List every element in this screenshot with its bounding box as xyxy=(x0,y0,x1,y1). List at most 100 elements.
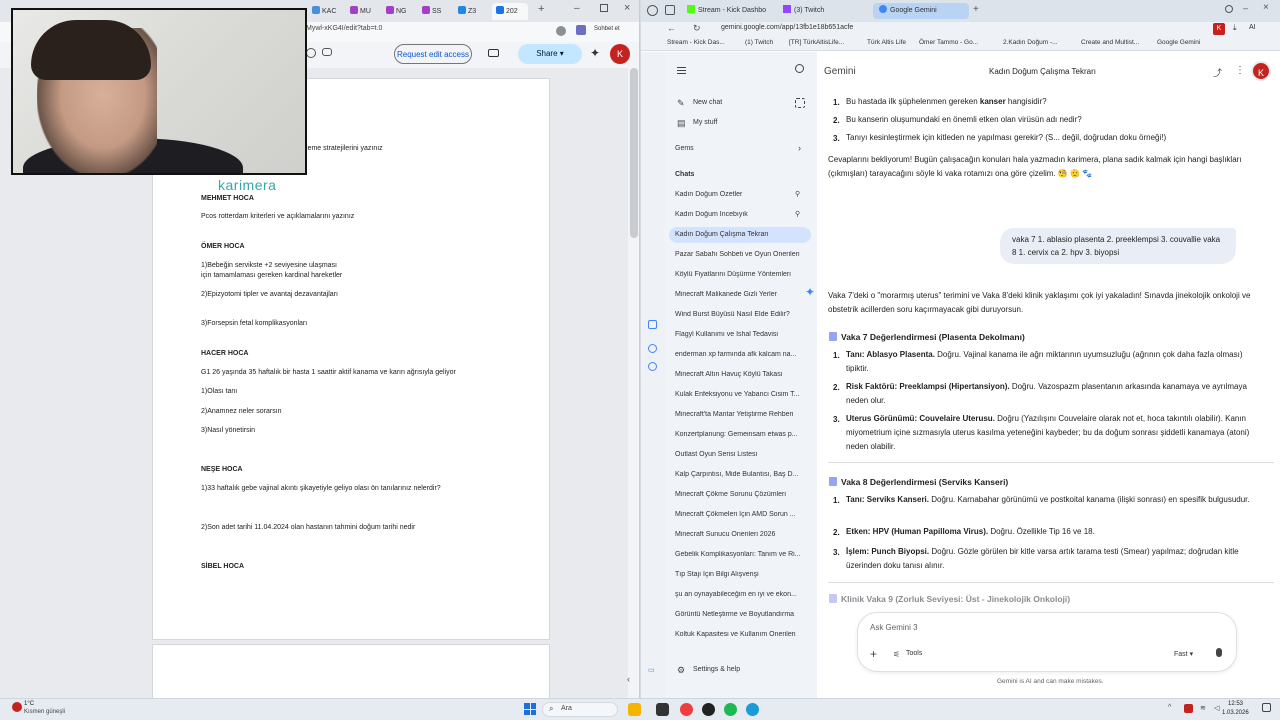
profile-icon[interactable] xyxy=(556,26,566,36)
profile-badge[interactable]: K xyxy=(1213,23,1225,35)
chat-item[interactable]: Kalp Çarpıntısı, Mide Bulantısı, Baş D..… xyxy=(675,471,810,478)
tools-button[interactable]: Tools xyxy=(906,650,922,657)
chat-item[interactable]: Pazar Sabahı Sohbeti ve Oyun Önerileri xyxy=(675,251,810,258)
chevron-left-icon[interactable]: ‹ xyxy=(627,674,630,684)
file-explorer-icon[interactable] xyxy=(628,703,641,716)
tray-chevron-icon[interactable]: ^ xyxy=(1168,704,1171,711)
minimize-icon[interactable]: – xyxy=(1243,3,1248,13)
chat-item[interactable]: Wind Burst Büyüsü Nasıl Elde Edilir? xyxy=(675,311,810,318)
opera-icon[interactable] xyxy=(680,703,693,716)
bookmark-item[interactable]: Türk Altis Life xyxy=(867,39,906,46)
edge-icon[interactable] xyxy=(746,703,759,716)
reload-icon[interactable]: ↻ xyxy=(693,23,701,34)
spotify-icon[interactable] xyxy=(724,703,737,716)
share-icon[interactable]: ⤴ xyxy=(1213,66,1222,79)
bookmark-item[interactable]: 2.Kadın Doğum -... xyxy=(1003,39,1058,46)
search-icon[interactable] xyxy=(795,64,804,73)
wifi-icon[interactable]: ≋ xyxy=(1200,704,1206,712)
microphone-icon[interactable] xyxy=(1216,648,1222,657)
new-tab-icon[interactable]: + xyxy=(538,3,544,15)
menu-icon[interactable] xyxy=(677,67,686,74)
weather-icon[interactable] xyxy=(12,702,22,712)
close-icon[interactable]: × xyxy=(1263,2,1269,13)
notifications-icon[interactable] xyxy=(1262,703,1271,712)
meet-icon[interactable] xyxy=(488,49,499,57)
minimize-icon[interactable]: – xyxy=(574,3,580,14)
tab-2[interactable]: NG xyxy=(382,3,418,20)
chat-item[interactable]: Tıp Stajı İçin Bilgi Alışverişi xyxy=(675,571,810,578)
tab-twitch[interactable]: (3) Twitch xyxy=(777,3,869,19)
request-edit-access-button[interactable]: Request edit access xyxy=(394,44,472,64)
search-icon[interactable] xyxy=(1225,5,1233,13)
bookmark-item[interactable]: Google Gemini xyxy=(1157,39,1200,46)
taskbar-search[interactable]: ⌕ Ara xyxy=(542,702,618,717)
rail-icon[interactable] xyxy=(648,320,657,329)
tab-actions-icon[interactable] xyxy=(665,5,675,15)
app-icon[interactable] xyxy=(702,703,715,716)
bookmark-item[interactable]: Ömer Tammo - Go... xyxy=(919,39,978,46)
avatar[interactable]: K xyxy=(1251,61,1271,81)
chevron-right-icon[interactable]: › xyxy=(798,143,801,153)
bookmark-item[interactable]: [TR] TürkAltisLife... xyxy=(789,39,844,46)
maximize-icon[interactable] xyxy=(600,4,608,12)
tab-kick[interactable]: Stream - Kick Dashbo xyxy=(681,3,773,19)
avatar[interactable]: K xyxy=(610,44,630,64)
gems-button[interactable]: Gems xyxy=(675,145,694,152)
share-button[interactable]: Share ▾ xyxy=(518,44,582,64)
close-icon[interactable]: × xyxy=(624,2,630,14)
windows-start-icon[interactable] xyxy=(524,703,536,715)
bookmark-item[interactable]: Stream - Kick Das... xyxy=(667,39,725,46)
chat-item[interactable]: Köylü Fiyatlarını Düşürme Yöntemleri xyxy=(675,271,810,278)
tab-3[interactable]: SS xyxy=(418,3,454,20)
chat-item[interactable]: enderman xp farmında afk kalcam na... xyxy=(675,351,810,358)
gemini-title[interactable]: Gemini xyxy=(824,66,856,77)
chat-item[interactable]: Konzertplanung: Gemeinsam etwas p... xyxy=(675,431,810,438)
gemini-spark-icon[interactable]: ✦ xyxy=(590,46,600,60)
prompt-box[interactable]: Ask Gemini 3 + ⚟ Tools Fast ▾ xyxy=(857,612,1237,672)
chat-item[interactable]: Kadın Doğum İncebıyık xyxy=(675,211,810,218)
chat-item[interactable]: Outlast Oyun Serisi Listesi xyxy=(675,451,810,458)
chat-item[interactable]: Gebelik Komplikasyonları: Tanım ve Ri... xyxy=(675,551,810,558)
clock-time[interactable]: 12:53 xyxy=(1228,701,1243,707)
my-stuff-button[interactable]: My stuff xyxy=(693,119,717,126)
ai-label[interactable]: AI xyxy=(1249,24,1256,31)
downloads-icon[interactable]: ⤓ xyxy=(1233,23,1237,33)
chat-item[interactable]: Minecraft Malikanede Gizli Yerler xyxy=(675,291,810,298)
chat-item[interactable]: Görüntü Netleştirme ve Boyutlandırma xyxy=(675,611,810,618)
history-icon[interactable] xyxy=(306,48,316,58)
new-chat-button[interactable]: New chat xyxy=(693,99,722,106)
chat-item[interactable]: Kadın Doğum Özetler xyxy=(675,191,810,198)
chat-item[interactable]: Minecraft Çökme Sorunu Çözümleri xyxy=(675,491,810,498)
chat-item[interactable]: Koltuk Kapasitesi ve Kullanım Önerileri xyxy=(675,631,810,638)
more-options-icon[interactable]: ⋮ xyxy=(1235,65,1245,76)
chat-item[interactable]: Minecraft Altın Havuç Köylü Takası xyxy=(675,371,810,378)
rail-icon[interactable]: ▭ xyxy=(648,666,655,674)
url-field[interactable]: Mywl-xKG4I/edit?tab=t.0 xyxy=(306,25,382,32)
add-icon[interactable]: + xyxy=(870,647,877,661)
chat-label[interactable]: Sohbet et xyxy=(594,26,620,32)
tab-gemini-active[interactable]: Google Gemini xyxy=(873,3,969,19)
tab-0[interactable]: KAC xyxy=(308,3,346,20)
prompt-input[interactable]: Ask Gemini 3 xyxy=(870,623,918,632)
taskview-icon[interactable] xyxy=(656,703,669,716)
document-scrollbar[interactable] xyxy=(630,68,638,238)
chat-item[interactable]: Kulak Enfeksiyonu ve Yabancı Cisim T... xyxy=(675,391,810,398)
tab-1[interactable]: MU xyxy=(346,3,382,20)
extension-icon[interactable] xyxy=(576,25,586,35)
bookmark-item[interactable]: (1) Twitch xyxy=(745,39,773,46)
chat-item[interactable]: Minecraft'ta Mantar Yetiştirme Rehberi xyxy=(675,411,810,418)
bookmark-item[interactable]: Create and Multist... xyxy=(1081,39,1139,46)
tab-5-active[interactable]: 202 xyxy=(492,3,528,20)
settings-help-button[interactable]: Settings & help xyxy=(693,666,740,673)
chat-item-active[interactable]: Kadın Doğum Çalışma Tekrarı xyxy=(669,227,811,243)
new-tab-icon[interactable]: + xyxy=(973,4,979,15)
url-field[interactable]: gemini.google.com/app/13fb1e18b651acfe xyxy=(721,24,853,31)
chat-item[interactable]: Flagyl Kullanımı ve İshal Tedavisi xyxy=(675,331,810,338)
rail-icon[interactable] xyxy=(648,362,657,371)
chat-item[interactable]: Minecraft Çökmeleri İçin AMD Sorun ... xyxy=(675,511,810,518)
chat-item[interactable]: şu an oynayabileceğim en iyi ve ekon... xyxy=(675,591,810,598)
chat-item[interactable]: Minecraft Sunucu Önerileri 2026 xyxy=(675,531,810,538)
rail-icon[interactable] xyxy=(648,344,657,353)
temporary-chat-icon[interactable] xyxy=(795,98,805,108)
clock-date[interactable]: 1.03.2026 xyxy=(1222,710,1249,716)
